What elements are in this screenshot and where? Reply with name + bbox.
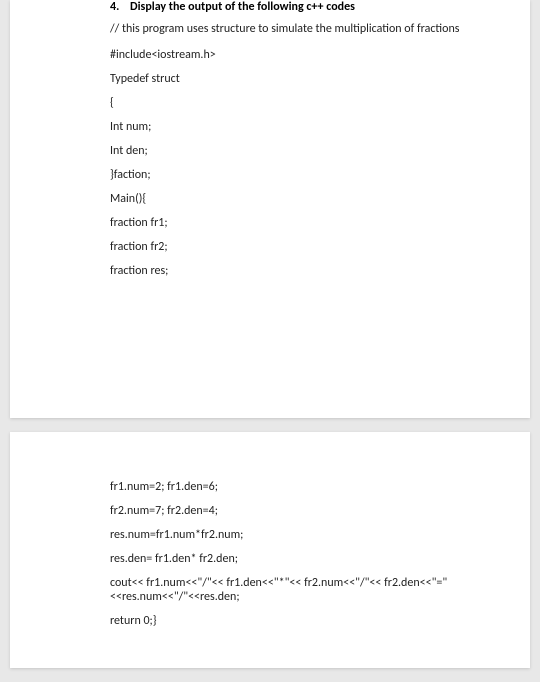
code-line: Int den; [110, 144, 490, 158]
question-number: 4. [110, 0, 119, 14]
question-title: Display the output of the following c++ … [130, 0, 355, 14]
code-line: fr1.num=2; fr1.den=6; [110, 480, 490, 494]
page-2-content: fr1.num=2; fr1.den=6; fr2.num=7; fr2.den… [110, 480, 490, 628]
code-line: fr2.num=7; fr2.den=4; [110, 504, 490, 518]
page-1-content: 4. Display the output of the following c… [110, 0, 490, 378]
code-line: #include<iostream.h> [110, 48, 490, 62]
code-line: }faction; [110, 168, 490, 182]
page-bottom-space [110, 288, 490, 378]
code-line: Int num; [110, 120, 490, 134]
document-page-2: fr1.num=2; fr1.den=6; fr2.num=7; fr2.den… [10, 432, 530, 668]
code-line: fraction fr2; [110, 240, 490, 254]
code-line: cout<< fr1.num<<"/"<< fr1.den<<"*"<< fr2… [110, 576, 490, 604]
question-heading: 4. Display the output of the following c… [110, 0, 490, 14]
code-line: fraction fr1; [110, 216, 490, 230]
code-line: return 0;} [110, 614, 490, 628]
document-page-1: 4. Display the output of the following c… [10, 0, 530, 418]
code-line: { [110, 96, 490, 110]
code-line: fraction res; [110, 264, 490, 278]
code-line: res.num=fr1.num*fr2.num; [110, 528, 490, 542]
code-line: // this program uses structure to simula… [110, 22, 490, 38]
code-line: Typedef struct [110, 72, 490, 86]
code-line: Main(){ [110, 192, 490, 206]
